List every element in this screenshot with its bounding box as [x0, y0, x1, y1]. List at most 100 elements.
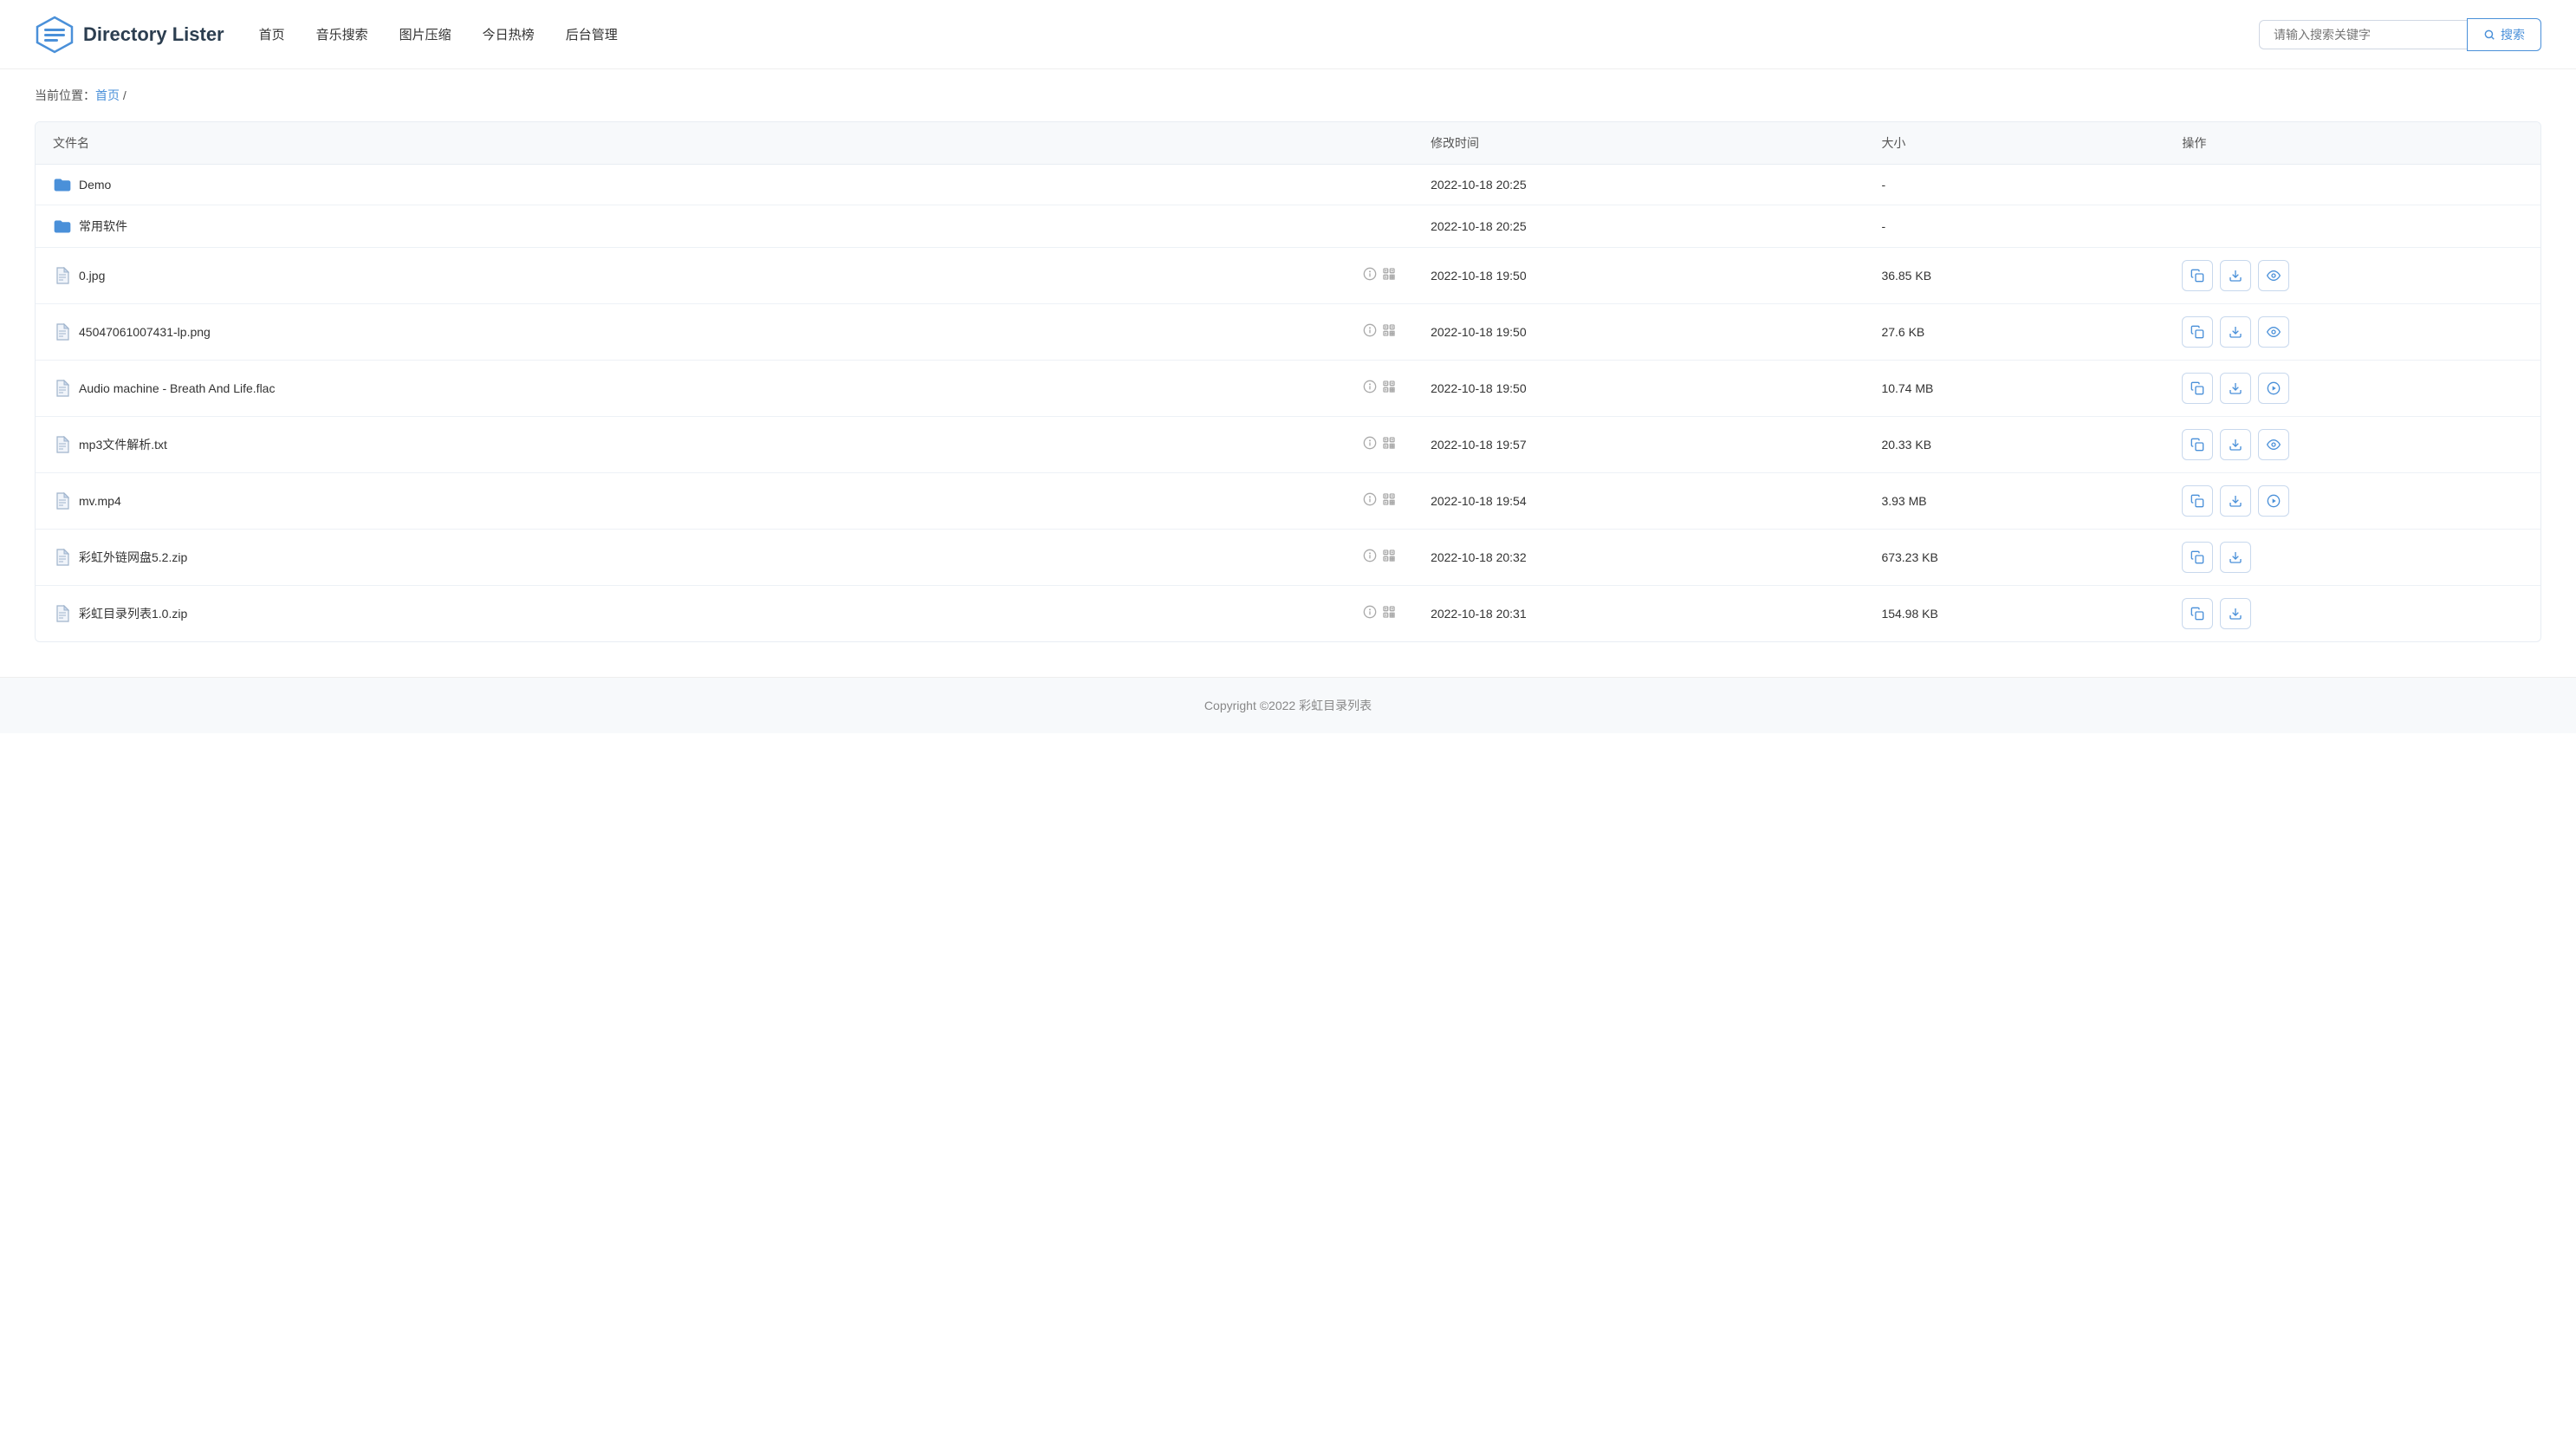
file-modified-time: 2022-10-18 20:25 [1413, 205, 1864, 248]
preview-button[interactable] [2258, 429, 2289, 460]
file-name[interactable]: 彩虹外链网盘5.2.zip [79, 549, 187, 566]
file-name-cell: 常用软件 [36, 205, 1413, 248]
file-modified-time: 2022-10-18 20:25 [1413, 165, 1864, 205]
file-actions-cell [2164, 586, 2540, 642]
nav-hot[interactable]: 今日热榜 [483, 25, 535, 43]
file-name[interactable]: Audio machine - Breath And Life.flac [79, 381, 275, 395]
copy-button[interactable] [2182, 373, 2213, 404]
table-row: Audio machine - Breath And Life.flac [36, 361, 2540, 417]
file-size: 673.23 KB [1864, 530, 2164, 586]
file-icon [53, 267, 72, 284]
col-header-name: 文件名 [36, 122, 1413, 165]
info-icon[interactable] [1363, 380, 1377, 397]
download-button[interactable] [2220, 429, 2251, 460]
download-button[interactable] [2220, 485, 2251, 517]
preview-button[interactable] [2258, 260, 2289, 291]
col-header-modified: 修改时间 [1413, 122, 1864, 165]
qr-icon[interactable] [1382, 380, 1396, 397]
file-icon [53, 605, 72, 622]
file-icon [53, 549, 72, 566]
file-actions-cell [2164, 417, 2540, 473]
file-actions-cell [2164, 473, 2540, 530]
file-icon [53, 436, 72, 453]
col-header-action: 操作 [2164, 122, 2540, 165]
preview-button[interactable] [2258, 316, 2289, 348]
search-input[interactable] [2259, 20, 2467, 49]
file-actions-cell [2164, 165, 2540, 205]
file-name-cell: Audio machine - Breath And Life.flac [36, 361, 1413, 417]
info-icon[interactable] [1363, 436, 1377, 453]
file-name-cell: 彩虹外链网盘5.2.zip [36, 530, 1413, 586]
play-button[interactable] [2258, 373, 2289, 404]
file-modified-time: 2022-10-18 19:50 [1413, 304, 1864, 361]
file-icon [53, 323, 72, 341]
footer: Copyright ©2022 彩虹目录列表 [0, 677, 2576, 733]
file-actions-cell [2164, 530, 2540, 586]
copy-button[interactable] [2182, 260, 2213, 291]
file-modified-time: 2022-10-18 20:32 [1413, 530, 1864, 586]
copy-button[interactable] [2182, 429, 2213, 460]
info-icon[interactable] [1363, 605, 1377, 622]
file-size: 3.93 MB [1864, 473, 2164, 530]
file-name[interactable]: mp3文件解析.txt [79, 436, 167, 453]
file-actions-cell [2164, 361, 2540, 417]
qr-icon[interactable] [1382, 267, 1396, 284]
qr-icon[interactable] [1382, 323, 1396, 341]
copy-button[interactable] [2182, 485, 2213, 517]
main-nav: 首页 音乐搜索 图片压缩 今日热榜 后台管理 [259, 25, 2259, 43]
qr-icon[interactable] [1382, 605, 1396, 622]
header: Directory Lister 首页 音乐搜索 图片压缩 今日热榜 后台管理 … [0, 0, 2576, 69]
file-name[interactable]: 彩虹目录列表1.0.zip [79, 605, 187, 622]
folder-name[interactable]: 常用软件 [79, 218, 127, 235]
play-button[interactable] [2258, 485, 2289, 517]
file-name-cell: mv.mp4 [36, 473, 1413, 530]
nav-music[interactable]: 音乐搜索 [316, 25, 368, 43]
folder-icon [53, 177, 72, 192]
download-button[interactable] [2220, 316, 2251, 348]
nav-image[interactable]: 图片压缩 [399, 25, 451, 43]
file-actions-cell [2164, 248, 2540, 304]
folder-icon [53, 218, 72, 234]
file-name[interactable]: 45047061007431-lp.png [79, 325, 211, 339]
info-icon[interactable] [1363, 549, 1377, 566]
footer-text: Copyright ©2022 彩虹目录列表 [1204, 699, 1372, 712]
info-icon[interactable] [1363, 492, 1377, 510]
download-button[interactable] [2220, 373, 2251, 404]
qr-icon[interactable] [1382, 549, 1396, 566]
breadcrumb-prefix: 当前位置： [35, 88, 95, 102]
copy-button[interactable] [2182, 542, 2213, 573]
file-name-cell: Demo [36, 165, 1413, 205]
download-button[interactable] [2220, 598, 2251, 629]
nav-home[interactable]: 首页 [259, 25, 285, 43]
file-size: 10.74 MB [1864, 361, 2164, 417]
file-name-cell: 45047061007431-lp.png [36, 304, 1413, 361]
col-header-size: 大小 [1864, 122, 2164, 165]
qr-icon[interactable] [1382, 492, 1396, 510]
file-name[interactable]: mv.mp4 [79, 494, 121, 508]
table-row: Demo 2022-10-18 20:25- [36, 165, 2540, 205]
download-button[interactable] [2220, 260, 2251, 291]
file-table-container: 文件名 修改时间 大小 操作 Demo 2022-10-18 20:25- [35, 121, 2541, 642]
copy-button[interactable] [2182, 316, 2213, 348]
file-actions-cell [2164, 304, 2540, 361]
qr-icon[interactable] [1382, 436, 1396, 453]
file-icon [53, 380, 72, 397]
table-row: mp3文件解析.txt [36, 417, 2540, 473]
download-button[interactable] [2220, 542, 2251, 573]
file-actions-cell [2164, 205, 2540, 248]
breadcrumb-home[interactable]: 首页 [95, 88, 120, 102]
folder-name[interactable]: Demo [79, 178, 111, 192]
file-name-cell: mp3文件解析.txt [36, 417, 1413, 473]
file-modified-time: 2022-10-18 19:50 [1413, 361, 1864, 417]
file-modified-time: 2022-10-18 19:54 [1413, 473, 1864, 530]
file-icon [53, 492, 72, 510]
copy-button[interactable] [2182, 598, 2213, 629]
logo-icon [35, 15, 75, 55]
file-name[interactable]: 0.jpg [79, 269, 105, 283]
nav-admin[interactable]: 后台管理 [566, 25, 618, 43]
logo-area: Directory Lister [35, 15, 224, 55]
search-button[interactable]: 搜索 [2467, 18, 2541, 51]
info-icon[interactable] [1363, 323, 1377, 341]
file-modified-time: 2022-10-18 19:50 [1413, 248, 1864, 304]
info-icon[interactable] [1363, 267, 1377, 284]
